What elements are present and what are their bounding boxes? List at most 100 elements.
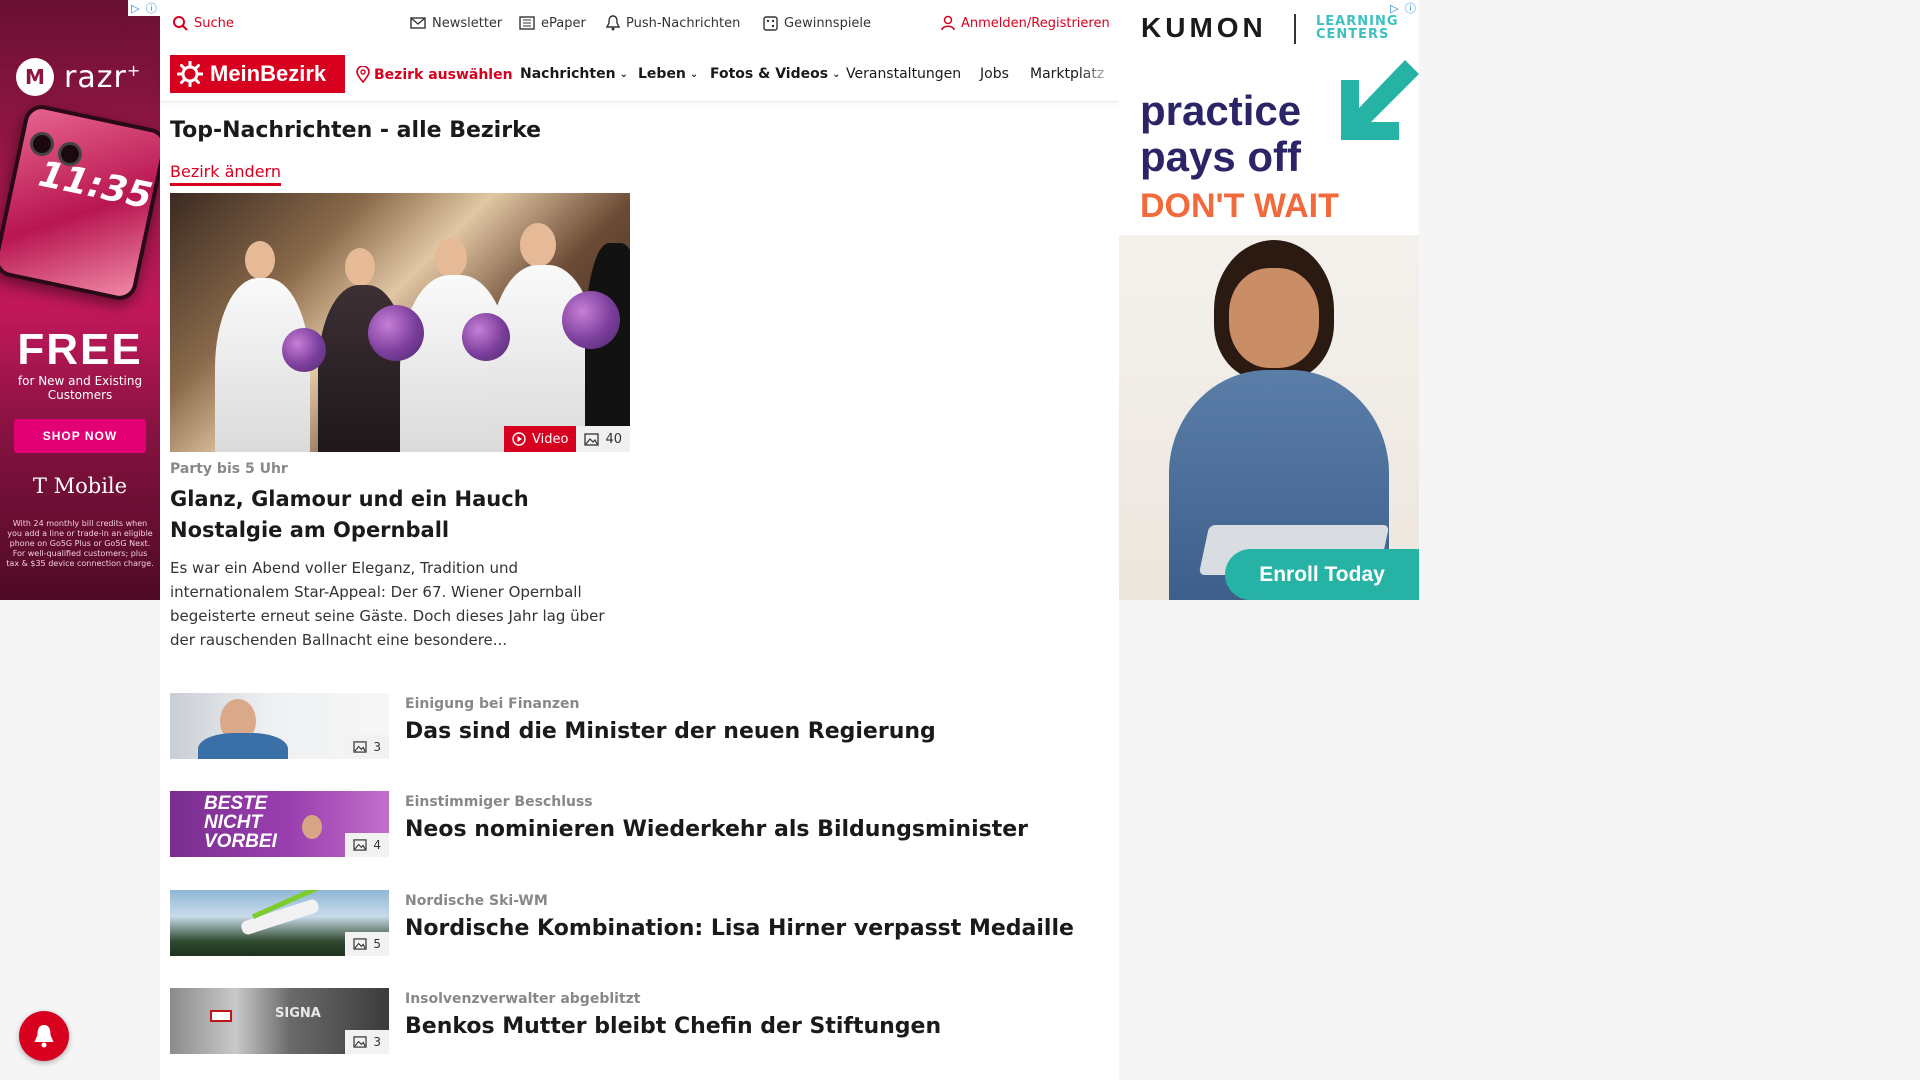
list-item[interactable]: 5 Nordische Ski-WM Nordische Kombination…	[170, 890, 1074, 956]
shop-now-button[interactable]: SHOP NOW	[14, 419, 146, 453]
meinbezirk-logo[interactable]: MeinBezirk	[170, 55, 345, 93]
chevron-down-icon: ⌄	[619, 68, 628, 80]
kumon-headline: practice pays off	[1140, 87, 1302, 180]
list-item[interactable]: BESTE NICHT VORBEI 4 Einstimmiger Beschl…	[170, 791, 1070, 857]
login-label: Anmelden/Registrieren	[961, 15, 1110, 31]
article-thumbnail[interactable]: 5	[170, 890, 389, 956]
hero-teaser: Es war ein Abend voller Eleganz, Traditi…	[170, 559, 605, 649]
epaper-link[interactable]: ePaper	[519, 16, 586, 31]
nav-fade-overlay	[1079, 46, 1119, 101]
person-head	[302, 815, 322, 839]
play-circle-icon	[512, 432, 526, 446]
ad-choices-badge[interactable]: ▷ ⓘ	[128, 0, 160, 16]
kumon-subhead: DON'T WAIT	[1140, 187, 1339, 225]
razr-brand: razr	[64, 59, 127, 95]
epaper-label: ePaper	[541, 15, 586, 31]
bell-icon	[606, 15, 620, 31]
list-item[interactable]: 3 Einigung bei Finanzen Das sind die Min…	[170, 693, 1070, 759]
thumbnail-text: SIGNA	[275, 1006, 321, 1021]
login-link[interactable]: Anmelden/Registrieren	[941, 15, 1110, 31]
enroll-today-button[interactable]: Enroll Today	[1225, 549, 1419, 600]
right-ad-banner[interactable]: ▷ ⓘ KUMON LEARNING CENTERS practice pays…	[1119, 0, 1419, 600]
kumon-tagline: LEARNING CENTERS	[1316, 14, 1399, 42]
t-mobile-logo: T Mobile	[32, 474, 128, 498]
photo-count-badge: 40	[576, 426, 630, 452]
nav-item-veranstaltungen[interactable]: Veranstaltungen	[846, 66, 961, 82]
photo-count: 3	[373, 1035, 381, 1049]
article-thumbnail[interactable]: BESTE NICHT VORBEI 4	[170, 791, 389, 857]
article-kicker: Einstimmiger Beschluss	[405, 794, 593, 810]
girl-face	[1229, 268, 1319, 368]
newspaper-icon	[519, 16, 535, 30]
razr-logo: M razr+	[16, 58, 141, 96]
article-kicker: Insolvenzverwalter abgeblitzt	[405, 991, 641, 1007]
hero-headline[interactable]: Glanz, Glamour und ein Hauch Nostalgie a…	[170, 484, 640, 546]
bell-icon	[34, 1025, 54, 1048]
arrow-icon	[1341, 60, 1419, 140]
change-bezirk-link[interactable]: Bezirk ändern	[170, 162, 281, 186]
bezirk-selector-label: Bezirk auswählen	[374, 66, 513, 83]
chevron-down-icon: ⌄	[832, 68, 841, 80]
info-icon: ⓘ	[145, 2, 157, 15]
bezirk-selector[interactable]: Bezirk auswählen	[356, 66, 513, 83]
video-badge[interactable]: Video	[504, 426, 577, 452]
newsletter-link[interactable]: Newsletter	[410, 16, 502, 31]
envelope-icon	[410, 17, 426, 29]
person-head	[520, 223, 556, 267]
info-icon: ⓘ	[1404, 2, 1416, 15]
sign	[210, 1010, 232, 1022]
camera-lens	[30, 132, 54, 156]
person-head	[245, 241, 275, 279]
person-head	[435, 238, 467, 278]
photo-count: 5	[373, 937, 381, 951]
kumon-logo: KUMON	[1141, 12, 1267, 43]
photo-count: 40	[605, 431, 622, 447]
map-pin-icon	[356, 66, 370, 83]
thumbnail-text: BESTE NICHT VORBEI	[204, 793, 277, 852]
nav-item-label: Veranstaltungen	[846, 66, 962, 82]
ad-subline: for New and Existing Customers	[17, 374, 143, 402]
newsletter-label: Newsletter	[432, 15, 503, 31]
gewinnspiele-link[interactable]: Gewinnspiele	[763, 16, 871, 31]
article-thumbnail[interactable]: 3	[170, 693, 389, 759]
left-ad-banner[interactable]: ▷ ⓘ M razr+ 11:35 FREE for New and Exist…	[0, 0, 160, 600]
nav-item-nachrichten[interactable]: Nachrichten ⌄	[520, 66, 628, 82]
gallery-icon	[353, 741, 367, 753]
ad-choices-icon: ▷	[1390, 1, 1399, 15]
bouquet	[462, 313, 510, 361]
bouquet	[562, 291, 620, 349]
ad-headline: FREE	[17, 325, 143, 374]
nav-item-jobs[interactable]: Jobs	[980, 66, 1009, 82]
notification-bell-button[interactable]	[19, 1011, 69, 1061]
gift-icon	[763, 15, 778, 31]
search-icon	[173, 16, 188, 31]
nav-item-leben[interactable]: Leben ⌄	[638, 66, 698, 82]
ad-choices-icon: ▷	[131, 1, 140, 15]
article-kicker: Nordische Ski-WM	[405, 893, 548, 909]
article-kicker: Einigung bei Finanzen	[405, 696, 580, 712]
gallery-icon	[584, 432, 600, 446]
push-label: Push-Nachrichten	[626, 15, 741, 31]
gewinnspiele-label: Gewinnspiele	[784, 15, 872, 31]
article-headline[interactable]: Nordische Kombination: Lisa Hirner verpa…	[405, 916, 1074, 941]
razr-brand-sup: +	[126, 60, 142, 80]
hero-media-badges: Video 40	[504, 426, 630, 452]
photo-count-badge: 3	[345, 735, 389, 759]
search-link[interactable]: Suche	[172, 15, 234, 31]
article-headline[interactable]: Neos nominieren Wiederkehr als Bildungsm…	[405, 817, 1028, 842]
main-navigation: MeinBezirk Bezirk auswählen Nachrichten …	[160, 46, 1119, 102]
main-content: Suche Newsletter ePaper Push-Nachrichten…	[160, 0, 1119, 1080]
article-headline[interactable]: Das sind die Minister der neuen Regierun…	[405, 719, 936, 744]
article-headline[interactable]: Benkos Mutter bleibt Chefin der Stiftung…	[405, 1014, 941, 1039]
article-thumbnail[interactable]: SIGNA 3	[170, 988, 389, 1054]
bouquet	[368, 305, 424, 361]
top-utility-bar: Suche Newsletter ePaper Push-Nachrichten…	[160, 0, 1119, 46]
nav-item-label: Jobs	[980, 66, 1009, 82]
nav-item-fotos-videos[interactable]: Fotos & Videos ⌄	[710, 66, 840, 82]
hero-image[interactable]: Video 40	[170, 193, 630, 452]
user-icon	[941, 15, 955, 31]
nav-item-label: Leben	[638, 66, 686, 82]
list-item[interactable]: SIGNA 3 Insolvenzverwalter abgeblitzt Be…	[170, 988, 1070, 1054]
person-head	[345, 248, 375, 286]
push-notifications-link[interactable]: Push-Nachrichten	[606, 15, 740, 31]
